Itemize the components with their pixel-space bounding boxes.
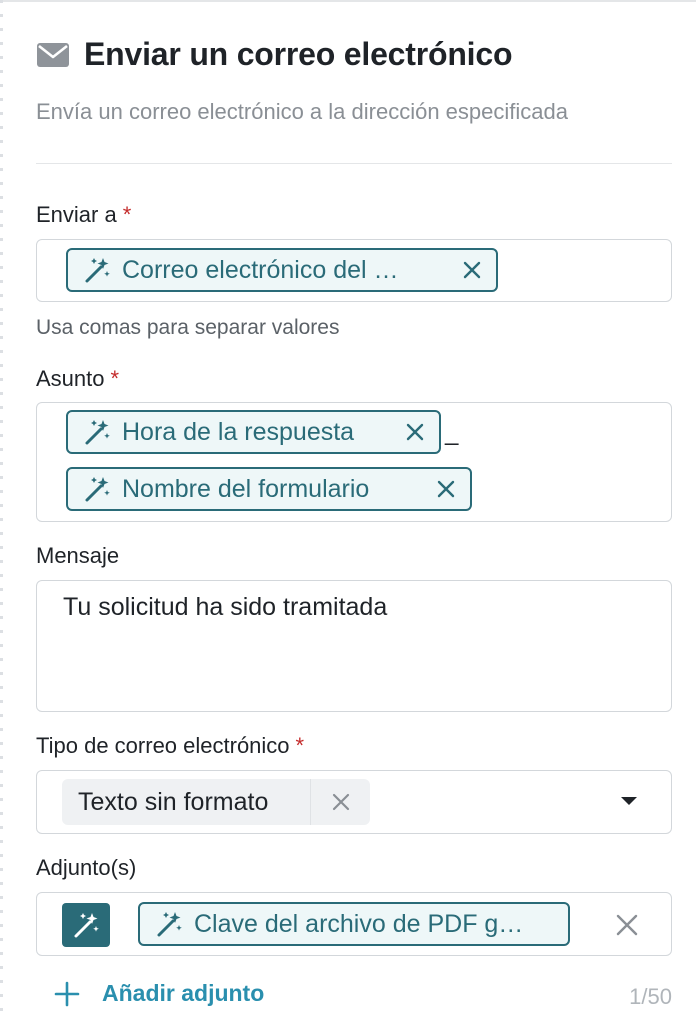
subject-chip[interactable]: Nombre del formulario xyxy=(66,467,472,511)
magic-wand-icon xyxy=(74,913,99,938)
attachment-field[interactable]: Clave del archivo de PDF g… xyxy=(36,892,672,956)
subject-separator: _ xyxy=(445,419,459,446)
subject-label: Asunto * xyxy=(36,366,119,392)
to-chip[interactable]: Correo electrónico del … xyxy=(66,248,498,292)
required-mark: * xyxy=(122,202,132,227)
remove-attachment-icon[interactable] xyxy=(615,913,639,937)
magic-wand-icon xyxy=(157,912,182,937)
remove-chip-icon[interactable] xyxy=(462,260,482,280)
header-divider xyxy=(36,163,672,164)
clear-selection-icon[interactable] xyxy=(331,792,351,812)
mail-icon xyxy=(37,42,69,67)
chevron-down-icon[interactable] xyxy=(621,797,637,805)
page-title: Enviar un correo electrónico xyxy=(84,36,513,72)
page-subtitle: Envía un correo electrónico a la direcci… xyxy=(36,99,568,124)
remove-chip-icon[interactable] xyxy=(405,422,425,442)
chip-label: Hora de la respuesta xyxy=(122,417,355,446)
to-field[interactable]: Correo electrónico del … xyxy=(36,239,672,302)
attachment-chip[interactable]: Clave del archivo de PDF g… xyxy=(138,902,570,946)
tag-separator xyxy=(310,779,311,825)
to-hint: Usa comas para separar valores xyxy=(36,316,340,339)
chip-label: Correo electrónico del … xyxy=(122,255,399,284)
subject-label-text: Asunto xyxy=(36,366,105,391)
message-textarea[interactable]: Tu solicitud ha sido tramitada xyxy=(36,580,672,712)
required-mark: * xyxy=(295,733,305,758)
to-label: Enviar a * xyxy=(36,202,131,228)
insert-variable-button[interactable] xyxy=(62,903,110,947)
message-label: Mensaje xyxy=(36,543,120,568)
magic-wand-icon xyxy=(85,420,110,445)
subject-chip[interactable]: Hora de la respuesta xyxy=(66,410,441,454)
required-mark: * xyxy=(110,366,120,391)
attachments-label: Adjunto(s) xyxy=(36,855,137,880)
panel-header: Enviar un correo electrónico xyxy=(36,36,513,73)
magic-wand-icon xyxy=(85,477,110,502)
message-value: Tu solicitud ha sido tramitada xyxy=(63,593,388,621)
plus-icon xyxy=(54,981,80,1006)
email-type-label-text: Tipo de correo electrónico xyxy=(36,733,290,758)
subject-field[interactable]: Hora de la respuesta _ Nombre del formul… xyxy=(36,402,672,522)
add-attachment-label: Añadir adjunto xyxy=(102,980,265,1006)
email-type-tag: Texto sin formato xyxy=(62,779,370,825)
remove-chip-icon[interactable] xyxy=(436,479,456,499)
chip-label: Nombre del formulario xyxy=(122,474,370,503)
add-attachment-button[interactable]: Añadir adjunto xyxy=(54,980,264,1007)
attachment-count: 1/50 xyxy=(629,984,672,1009)
to-label-text: Enviar a xyxy=(36,202,117,227)
email-type-value: Texto sin formato xyxy=(78,787,269,816)
top-border xyxy=(0,0,696,2)
chip-label: Clave del archivo de PDF g… xyxy=(194,909,524,938)
magic-wand-icon xyxy=(85,258,110,283)
email-type-label: Tipo de correo electrónico * xyxy=(36,733,304,759)
left-dashed-border xyxy=(0,0,3,1014)
email-type-select[interactable]: Texto sin formato xyxy=(36,770,672,834)
